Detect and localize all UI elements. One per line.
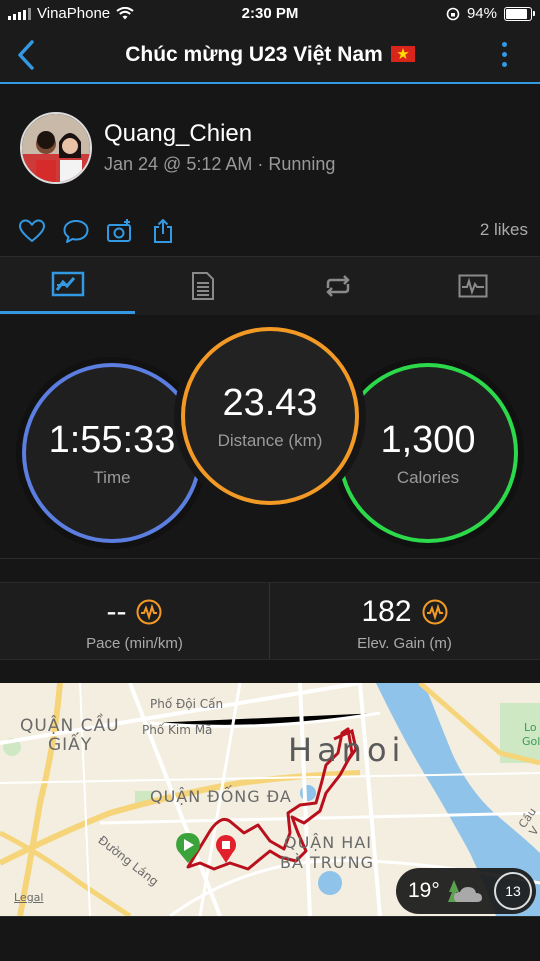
map-label-right-2: Gol bbox=[522, 735, 540, 748]
map-legal-link[interactable]: Legal bbox=[14, 891, 43, 904]
share-icon[interactable] bbox=[150, 218, 178, 244]
activity-header: Quang_Chien Jan 24 @ 5:12 AM · Running bbox=[0, 84, 540, 207]
battery-icon bbox=[504, 6, 535, 21]
orientation-lock-icon bbox=[446, 7, 460, 20]
map-label-doi-can: Phố Đội Cấn bbox=[150, 697, 224, 711]
map-label-cau-giay: QUẬN CẦU bbox=[20, 716, 120, 736]
pulse-icon bbox=[422, 599, 448, 625]
more-options-icon[interactable] bbox=[502, 42, 508, 72]
back-chevron-icon[interactable] bbox=[14, 38, 40, 72]
vietnam-flag-icon bbox=[390, 46, 415, 62]
calories-label: Calories bbox=[396, 467, 460, 487]
page-title-text: Chúc mừng U23 Việt Nam bbox=[125, 43, 383, 66]
distance-ring: 23.43 Distance (km) bbox=[181, 327, 359, 505]
map-label-hanoi: Hanoi bbox=[288, 731, 406, 769]
map-label-hai-ba: QUẬN HAI bbox=[284, 833, 372, 852]
cloudy-weather-icon bbox=[447, 880, 482, 902]
calories-ring: 1,300 Calories bbox=[338, 363, 518, 543]
time-ring: 1:55:33 Time bbox=[22, 363, 202, 543]
elevation-label: Elev. Gain (m) bbox=[357, 635, 452, 652]
map-label-kim-ma: Phố Kim Mã bbox=[142, 723, 213, 737]
pace-value: -- bbox=[106, 595, 127, 628]
pulse-icon bbox=[136, 599, 162, 625]
clock-icon: 13 bbox=[494, 872, 532, 910]
activity-tabs bbox=[0, 257, 540, 316]
social-actions: 2 likes bbox=[0, 206, 540, 257]
pace-metric[interactable]: -- Pace (min/km) bbox=[0, 583, 269, 659]
distance-label: Distance (km) bbox=[217, 430, 323, 450]
like-icon[interactable] bbox=[18, 218, 46, 244]
battery-percent: 94% bbox=[466, 5, 497, 22]
weather-widget[interactable]: 19° 13 bbox=[396, 868, 536, 914]
map-label-dong-da: QUẬN ĐỐNG ĐA bbox=[150, 787, 292, 806]
add-photo-icon[interactable] bbox=[106, 218, 134, 244]
time-value: 1:55:33 bbox=[48, 418, 176, 461]
activity-meta: Jan 24 @ 5:12 AM · Running bbox=[104, 154, 336, 174]
document-icon bbox=[191, 271, 214, 300]
calories-value: 1,300 bbox=[380, 418, 476, 461]
elevation-value: 182 bbox=[361, 595, 412, 628]
chart-icon bbox=[458, 274, 487, 297]
elevation-metric[interactable]: 182 Elev. Gain (m) bbox=[270, 583, 539, 659]
tab-laps[interactable] bbox=[270, 257, 405, 314]
weather-hour: 13 bbox=[505, 883, 521, 899]
distance-value: 23.43 bbox=[222, 381, 318, 424]
nav-bar: Chúc mừng U23 Việt Nam bbox=[0, 28, 540, 84]
likes-count[interactable]: 2 likes bbox=[480, 220, 528, 240]
metrics-row: -- Pace (min/km) 182 Elev. Gain (m) bbox=[0, 582, 540, 660]
bottom-area bbox=[0, 916, 540, 961]
status-bar: VinaPhone 2:30 PM 94% bbox=[0, 0, 540, 28]
tab-stats[interactable] bbox=[0, 257, 135, 314]
avatar[interactable] bbox=[20, 112, 92, 184]
stats-icon bbox=[51, 271, 84, 297]
pace-label: Pace (min/km) bbox=[86, 635, 183, 652]
comment-icon[interactable] bbox=[62, 218, 90, 244]
username[interactable]: Quang_Chien bbox=[104, 120, 252, 148]
page-title: Chúc mừng U23 Việt Nam bbox=[60, 43, 480, 67]
time-label: Time bbox=[93, 467, 131, 487]
weather-temperature: 19° bbox=[408, 879, 440, 902]
laps-icon bbox=[325, 274, 350, 297]
map-label-right-1: Lo bbox=[524, 721, 537, 734]
summary-stats: 1:55:33 Time 1,300 Calories 23.43 Distan… bbox=[0, 315, 540, 559]
tab-charts[interactable] bbox=[405, 257, 540, 314]
map-label-ba-trung: BÀ TRƯNG bbox=[280, 853, 374, 872]
map-label-giay: GIẤY bbox=[48, 735, 93, 755]
tab-details[interactable] bbox=[135, 257, 270, 314]
